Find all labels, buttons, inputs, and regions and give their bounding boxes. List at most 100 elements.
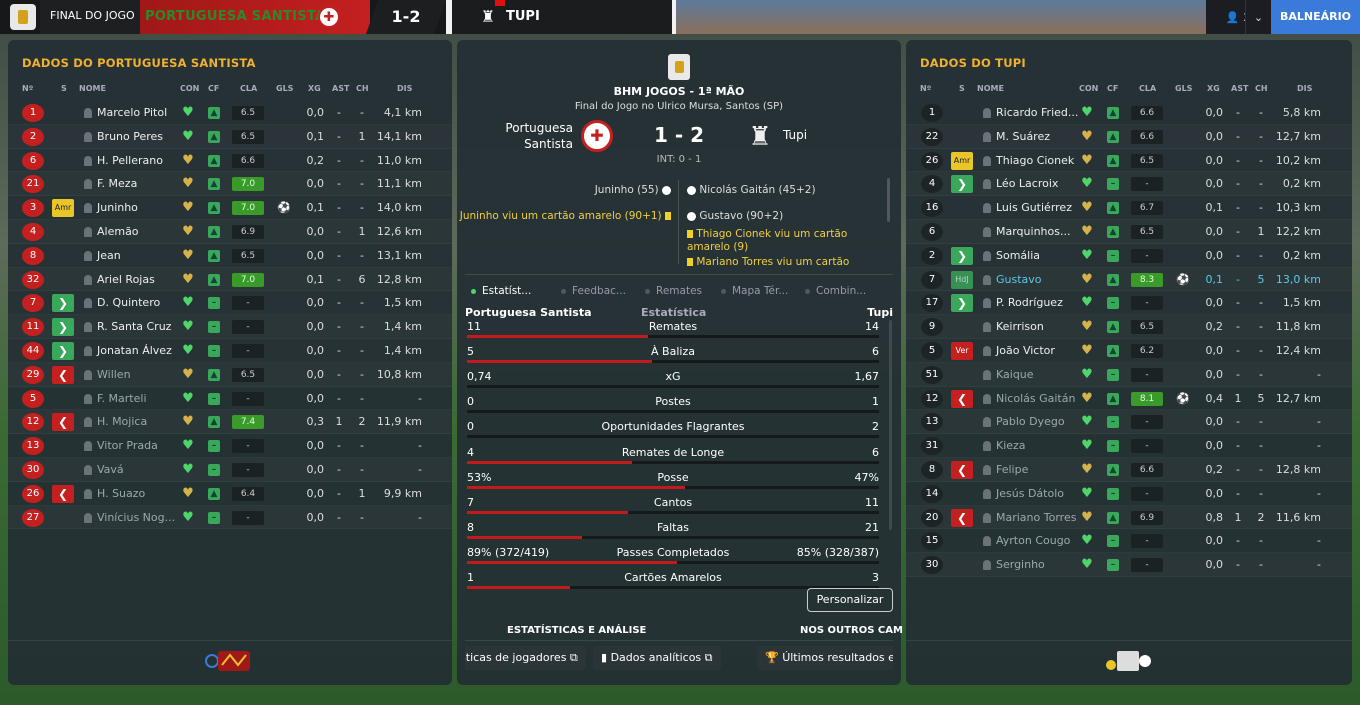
- col-xg[interactable]: XG: [1207, 84, 1220, 96]
- player-name[interactable]: Serginho: [996, 553, 1045, 577]
- player-row[interactable]: 7 HdJ Gustavo ♥ ▲ 8.3 ⚽ 0,1- 5 13,0 km: [906, 268, 1352, 292]
- player-row[interactable]: 5 F. Marteli ♥ – -0,0- - -: [8, 387, 452, 411]
- home-team-name[interactable]: PORTUGUESA SANTISTA: [145, 0, 325, 34]
- player-row[interactable]: 26 Amr Thiago Cionek ♥ ▲ 6.5 0,0- -10,2 km: [906, 149, 1352, 173]
- player-row[interactable]: 6 Marquinhos... ♥ ▲ 6.5 0,0- 1 12,2 km: [906, 220, 1352, 244]
- player-name[interactable]: R. Santa Cruz: [97, 315, 171, 339]
- tab-feedback[interactable]: Feedbac...: [561, 285, 626, 297]
- away-crest-icon[interactable]: ♜: [745, 120, 775, 154]
- away-team-label[interactable]: Tupi: [783, 128, 807, 142]
- player-name[interactable]: Juninho: [97, 196, 138, 220]
- player-row[interactable]: 13 Pablo Dyego ♥ – -0,0- - -: [906, 410, 1352, 435]
- player-row[interactable]: 9 Keirrison ♥ ▲ 6.5 0,2- -11,8 km: [906, 315, 1352, 339]
- col-cf[interactable]: CF: [208, 84, 219, 96]
- player-row[interactable]: 32 Ariel Rojas ♥ ▲ 7.0 0,1- 6 12,8 km: [8, 268, 452, 292]
- col-cf[interactable]: CF: [1107, 84, 1118, 96]
- player-name[interactable]: H. Pellerano: [97, 149, 163, 173]
- player-name[interactable]: Luis Gutiérrez: [996, 196, 1072, 220]
- col-ast[interactable]: AST: [1231, 84, 1248, 96]
- tab-mapa-termico[interactable]: Mapa Tér...: [721, 285, 788, 297]
- col-dis[interactable]: DIS: [397, 84, 412, 96]
- player-row[interactable]: 7 ❯ D. Quintero ♥ – -0,0- -1,5 km: [8, 291, 452, 316]
- analytics-button[interactable]: ▮ Dados analíticos ⧉: [593, 646, 721, 670]
- col-cla[interactable]: CLA: [240, 84, 257, 96]
- player-name[interactable]: Kaique: [996, 363, 1034, 387]
- player-name[interactable]: Nicolás Gaitán: [996, 387, 1075, 411]
- player-name[interactable]: P. Rodríguez: [996, 291, 1063, 315]
- player-row[interactable]: 4 Alemão ♥ ▲ 6.9 0,0- 1 12,6 km: [8, 220, 452, 244]
- player-name[interactable]: Jonatan Álvez: [97, 339, 172, 363]
- player-row[interactable]: 13 Vitor Prada ♥ – -0,0- - -: [8, 434, 452, 458]
- balneario-button[interactable]: BALNEÁRIO: [1271, 0, 1360, 34]
- player-row[interactable]: 1 Marcelo Pitol ♥ ▲ 6.5 0,0- -4,1 km: [8, 101, 452, 125]
- player-row[interactable]: 51 Kaique ♥ – -0,0- - -: [906, 363, 1352, 387]
- tab-estatisticas[interactable]: Estatíst...: [471, 285, 531, 297]
- player-row[interactable]: 15 Ayrton Cougo ♥ – -0,0- - -: [906, 529, 1352, 554]
- col-n[interactable]: Nº: [920, 84, 931, 96]
- player-name[interactable]: Ariel Rojas: [97, 268, 155, 292]
- player-row[interactable]: 2 Bruno Peres ♥ ▲ 6.5 0,1- 1 14,1 km: [8, 125, 452, 149]
- col-s[interactable]: S: [61, 84, 67, 96]
- player-stats-button[interactable]: ísticas de jogadores ⧉: [465, 646, 586, 670]
- player-row[interactable]: 12 ❮ Nicolás Gaitán ♥ ▲ 8.1 ⚽ 0,4 1 5 12,7 km: [906, 387, 1352, 411]
- col-ch[interactable]: CH: [1255, 84, 1268, 96]
- player-row[interactable]: 4 ❯ Léo Lacroix ♥ – -0,0- -0,2 km: [906, 172, 1352, 197]
- player-name[interactable]: M. Suárez: [996, 125, 1050, 149]
- tab-remates[interactable]: Remates: [645, 285, 702, 297]
- player-row[interactable]: 5 Ver João Victor ♥ ▲ 6.2 0,0- -12,4 km: [906, 339, 1352, 363]
- col-nome[interactable]: NOME: [977, 84, 1004, 96]
- player-row[interactable]: 11 ❯ R. Santa Cruz ♥ – -0,0- -1,4 km: [8, 315, 452, 339]
- player-name[interactable]: Vitor Prada: [97, 434, 158, 458]
- player-name[interactable]: Ricardo Fried...: [996, 101, 1078, 125]
- player-name[interactable]: Léo Lacroix: [996, 172, 1058, 196]
- player-row[interactable]: 27 Vinícius Nog... ♥ – -0,0- - -: [8, 506, 452, 530]
- player-name[interactable]: Ayrton Cougo: [996, 529, 1070, 553]
- col-gls[interactable]: GLS: [276, 84, 293, 96]
- player-name[interactable]: Willen: [97, 363, 131, 387]
- player-name[interactable]: F. Meza: [97, 172, 137, 196]
- player-name[interactable]: Vinícius Nog...: [97, 506, 175, 530]
- home-crest-icon[interactable]: ✚: [581, 120, 613, 152]
- player-name[interactable]: H. Mojica: [97, 410, 147, 434]
- col-ast[interactable]: AST: [332, 84, 349, 96]
- player-name[interactable]: Felipe: [996, 458, 1028, 482]
- player-row[interactable]: 22 M. Suárez ♥ ▲ 6.6 0,0- -12,7 km: [906, 125, 1352, 149]
- player-row[interactable]: 31 Kieza ♥ – -0,0- - -: [906, 434, 1352, 458]
- player-name[interactable]: H. Suazo: [97, 482, 145, 506]
- tab-combinacoes[interactable]: Combin...: [805, 285, 866, 297]
- col-dis[interactable]: DIS: [1297, 84, 1312, 96]
- col-nome[interactable]: NOME: [79, 84, 106, 96]
- player-row[interactable]: 16 Luis Gutiérrez ♥ ▲ 6.7 0,1- -10,3 km: [906, 196, 1352, 220]
- player-name[interactable]: Marquinhos...: [996, 220, 1070, 244]
- player-name[interactable]: Thiago Cionek: [996, 149, 1074, 173]
- player-name[interactable]: D. Quintero: [97, 291, 160, 315]
- player-name[interactable]: Pablo Dyego: [996, 410, 1065, 434]
- player-name[interactable]: Jesús Dátolo: [996, 482, 1064, 506]
- player-name[interactable]: Jean: [97, 244, 121, 268]
- latest-results-button[interactable]: 🏆 Últimos resultados e: [757, 646, 893, 670]
- player-row[interactable]: 8 Jean ♥ ▲ 6.5 0,0- -13,1 km: [8, 244, 452, 268]
- col-n[interactable]: Nº: [22, 84, 33, 96]
- col-gls[interactable]: GLS: [1175, 84, 1192, 96]
- player-row[interactable]: 1 Ricardo Fried... ♥ ▲ 6.6 0,0- -5,8 km: [906, 101, 1352, 125]
- player-row[interactable]: 30 Vavá ♥ – -0,0- - -: [8, 458, 452, 482]
- home-team-label[interactable]: Portuguesa Santista: [487, 120, 573, 152]
- player-row[interactable]: 2 ❯ Somália ♥ – -0,0- -0,2 km: [906, 244, 1352, 268]
- player-name[interactable]: Alemão: [97, 220, 139, 244]
- player-row[interactable]: 26 ❮ H. Suazo ♥ ▲ 6.4 0,0- 1 9,9 km: [8, 482, 452, 506]
- col-s[interactable]: S: [959, 84, 965, 96]
- competition-logo[interactable]: [10, 4, 36, 30]
- col-con[interactable]: CON: [1079, 84, 1098, 96]
- col-con[interactable]: CON: [180, 84, 199, 96]
- player-name[interactable]: Bruno Peres: [97, 125, 163, 149]
- player-row[interactable]: 20 ❮ Mariano Torres ♥ ▲ 6.9 0,8 1 2 11,6 km: [906, 506, 1352, 530]
- player-name[interactable]: Kieza: [996, 434, 1026, 458]
- player-name[interactable]: Keirrison: [996, 315, 1044, 339]
- events-scrollbar[interactable]: [887, 178, 890, 222]
- player-row[interactable]: 44 ❯ Jonatan Álvez ♥ – -0,0- -1,4 km: [8, 339, 452, 363]
- player-row[interactable]: 6 H. Pellerano ♥ ▲ 6.6 0,2- -11,0 km: [8, 149, 452, 173]
- player-row[interactable]: 29 ❮ Willen ♥ ▲ 6.5 0,0- -10,8 km: [8, 363, 452, 387]
- chevron-down-icon[interactable]: ⌄: [1245, 0, 1271, 34]
- col-xg[interactable]: XG: [308, 84, 321, 96]
- player-name[interactable]: Mariano Torres: [996, 506, 1076, 530]
